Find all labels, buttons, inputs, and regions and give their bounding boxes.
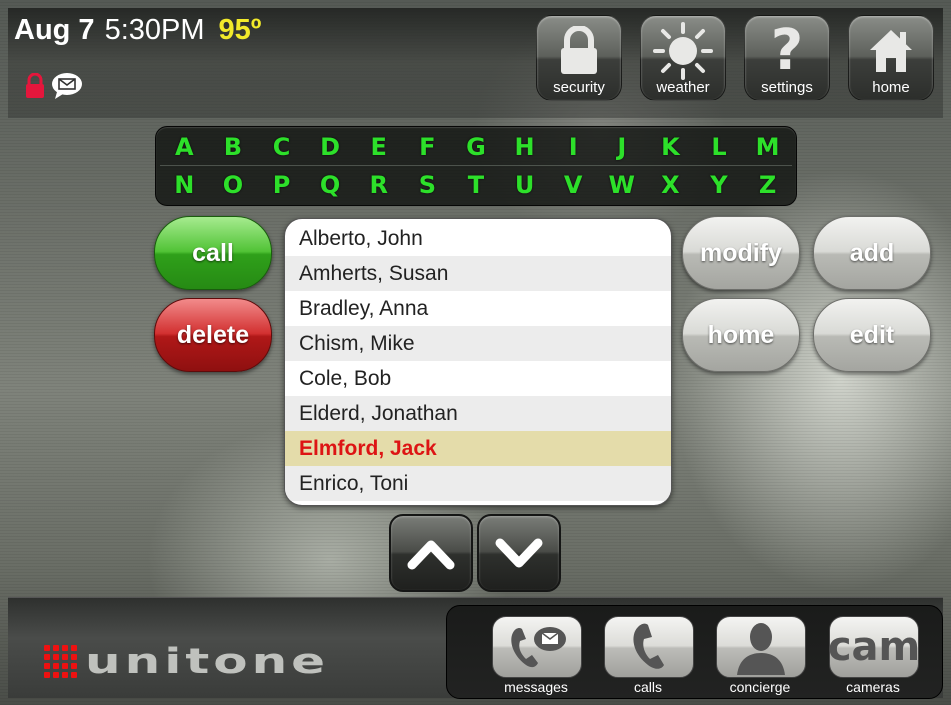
letter-c[interactable]: C [263,129,301,165]
letter-l[interactable]: L [700,129,738,165]
chevron-up-icon [407,540,455,570]
status-icons [25,72,83,105]
letter-s[interactable]: S [408,167,446,203]
letter-n[interactable]: N [165,167,203,203]
alphabet-index: A B C D E F G H I J K L M N O P Q R S T … [155,126,797,206]
letter-w[interactable]: W [603,167,641,203]
time-label: 5:30PM [104,14,205,46]
edit-button[interactable]: edit [813,298,931,372]
list-item[interactable]: Chism, Mike [285,326,671,361]
alphabet-row-1: A B C D E F G H I J K L M [156,129,796,165]
call-button[interactable]: call [154,216,272,290]
temperature-label: 95º [218,14,262,46]
letter-h[interactable]: H [506,129,544,165]
security-label: security [553,79,605,96]
alphabet-divider [160,165,792,166]
letter-z[interactable]: Z [749,167,787,203]
letter-x[interactable]: X [651,167,689,203]
letter-i[interactable]: I [554,129,592,165]
letter-j[interactable]: J [603,129,641,165]
calls-label: calls [633,679,662,695]
sun-icon [641,22,725,80]
letter-v[interactable]: V [554,167,592,203]
scroll-down-button[interactable] [477,514,561,592]
letter-f[interactable]: F [408,129,446,165]
settings-label: settings [761,79,813,96]
add-button[interactable]: add [813,216,931,290]
letter-m[interactable]: M [749,129,787,165]
list-item[interactable]: Elderd, Jonathan [285,396,671,431]
weather-label: weather [656,79,710,96]
house-icon [849,22,933,80]
question-icon: ? [770,18,804,83]
letter-g[interactable]: G [457,129,495,165]
letter-r[interactable]: R [360,167,398,203]
cameras-label: cameras [846,679,900,695]
home-button[interactable]: home [682,298,800,372]
logo-dots [44,644,77,678]
scroll-up-button[interactable] [389,514,473,592]
letter-u[interactable]: U [506,167,544,203]
alphabet-row-2: N O P Q R S T U V W X Y Z [156,167,796,203]
letter-q[interactable]: Q [311,167,349,203]
security-button[interactable]: security [536,15,622,101]
list-item[interactable]: Alberto, John [285,219,671,256]
message-icon [51,72,83,105]
list-item-selected[interactable]: Elmford, Jack [285,431,671,466]
phone-message-icon [511,627,566,668]
home-label: home [872,79,910,96]
delete-button[interactable]: delete [154,298,272,372]
modify-button[interactable]: modify [682,216,800,290]
lock-icon [537,22,621,80]
date-label: Aug 7 [14,14,95,46]
list-item[interactable]: Enrico, Toni [285,466,671,501]
lock-icon [25,72,45,104]
list-item[interactable]: Bradley, Anna [285,291,671,326]
letter-d[interactable]: D [311,129,349,165]
calls-button[interactable] [604,616,694,678]
list-item[interactable]: Amherts, Susan [285,256,671,291]
letter-o[interactable]: O [214,167,252,203]
phone-icon [633,623,664,669]
letter-e[interactable]: E [360,129,398,165]
concierge-button[interactable] [716,616,806,678]
home-nav-button[interactable]: home [848,15,934,101]
concierge-label: concierge [729,679,791,695]
unitone-logo: unitone [44,632,329,690]
letter-y[interactable]: Y [700,167,738,203]
letter-k[interactable]: K [651,129,689,165]
messages-label: messages [504,679,568,695]
logo-text: unitone [85,640,330,682]
settings-button[interactable]: ? settings [744,15,830,101]
letter-a[interactable]: A [165,129,203,165]
letter-p[interactable]: P [263,167,301,203]
date-time-display: Aug 7 5:30PM 95º [14,14,261,47]
letter-t[interactable]: T [457,167,495,203]
letter-b[interactable]: B [214,129,252,165]
contact-list[interactable]: Alberto, John Amherts, Susan Bradley, An… [284,218,672,506]
person-icon [737,623,785,675]
chevron-down-icon [495,538,543,568]
cam-icon: cam [827,624,921,670]
cameras-button[interactable]: cam [827,616,921,678]
weather-button[interactable]: weather [640,15,726,101]
messages-button[interactable] [492,616,582,678]
list-item[interactable]: Cole, Bob [285,361,671,396]
